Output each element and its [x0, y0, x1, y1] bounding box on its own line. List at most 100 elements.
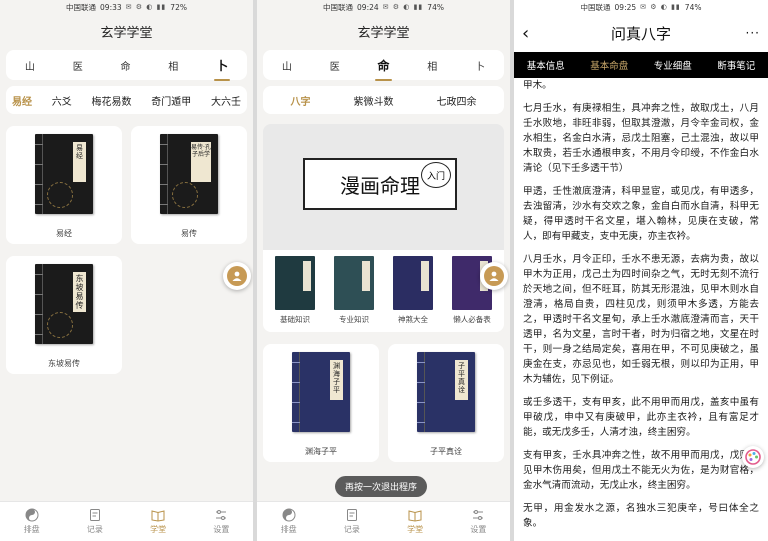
user-icon — [227, 266, 247, 286]
cover-title: 东坡易传 — [73, 272, 86, 312]
knowledge-item[interactable]: 专业知识 — [328, 256, 380, 332]
exit-toast: 再按一次退出程序 — [335, 476, 428, 497]
nav-xuetang[interactable]: 学堂 — [150, 508, 166, 535]
battery-text: 74% — [684, 2, 702, 12]
status-bar: 中国联通 09:25 ✉ ⚙ ◐ ▮▮ 74% — [514, 0, 768, 14]
book-cover: 渊海子平 — [292, 352, 350, 432]
tab-shan[interactable]: 山 — [21, 58, 39, 73]
paragraph: 八月壬水，月令正印，壬水不患无源，去病为贵，故以甲木为正用，戊己土为四时间杂之气… — [523, 254, 759, 385]
page-title: 问真八字 — [610, 24, 671, 43]
avatar-float-button[interactable] — [223, 262, 251, 290]
book-icon — [408, 510, 422, 522]
book-name: 东坡易传 — [48, 358, 80, 368]
knowledge-item[interactable]: 基础知识 — [269, 256, 321, 332]
palette-float-button[interactable] — [742, 446, 764, 468]
paragraph: 甲透，壬性澈底澄清，科甲显宦，或见戊，有甲透多，去浊留清，沙水有交欢之象，金自白… — [523, 186, 759, 242]
tab-notes[interactable]: 断事笔记 — [717, 58, 755, 72]
subcategory-tabs: 八字 紫微斗数 七政四余 — [263, 86, 504, 114]
book-card[interactable]: 易传·孔子后学 易传 — [131, 126, 247, 244]
tab-yi[interactable]: 医 — [326, 58, 344, 73]
detail-tabs: 基本信息 基本命盘 专业细盘 断事笔记 — [514, 52, 768, 78]
status-bar: 中国联通 09:24 ✉ ⚙ ◐ ▮▮ 74% — [257, 0, 510, 14]
tab-xiang[interactable]: 相 — [164, 58, 182, 73]
time-text: 09:33 — [100, 2, 122, 12]
nav-shezhi[interactable]: 设置 — [213, 508, 229, 535]
page-title: 玄学学堂 — [100, 25, 153, 41]
tab-xiang[interactable]: 相 — [423, 58, 441, 73]
book-card[interactable]: 渊海子平 渊海子平 — [263, 344, 379, 462]
settings-icon — [473, 510, 484, 520]
book-grid: 易经 易经 易传·孔子后学 易传 东坡易传 东坡易传 — [6, 126, 247, 374]
status-icons: ✉ ⚙ ◐ ▮▮ — [382, 3, 424, 11]
tab-yi[interactable]: 医 — [69, 58, 87, 73]
knowledge-item[interactable]: 神煞大全 — [387, 256, 439, 332]
book-card[interactable]: 东坡易传 东坡易传 — [6, 256, 122, 374]
settings-icon — [216, 510, 227, 520]
nav-xuetang[interactable]: 学堂 — [407, 508, 423, 535]
category-tabs: 山 医 命 相 卜 — [6, 50, 247, 81]
tab-ming[interactable]: 命 — [373, 57, 393, 81]
subcategory-tabs: 易经 六爻 梅花易数 奇门遁甲 大六壬 — [6, 86, 247, 114]
tab-bu[interactable]: 卜 — [471, 58, 489, 73]
carrier-text: 中国联通 — [66, 2, 97, 12]
tab-ming[interactable]: 命 — [116, 58, 134, 73]
comic-banner[interactable]: 漫画命理 入门 — [263, 124, 504, 250]
book-icon — [151, 510, 165, 522]
screenshot-collage: 中国联通 09:33 ✉ ⚙ ◐ ▮▮ 72% 玄学学堂 山 医 命 相 卜 易… — [0, 0, 768, 541]
book-card[interactable]: 易经 易经 — [6, 126, 122, 244]
subtab-qimen[interactable]: 奇门遁甲 — [151, 93, 191, 108]
time-text: 09:24 — [357, 2, 379, 12]
book-name: 子平真诠 — [430, 446, 462, 456]
knowledge-cover — [334, 256, 374, 310]
paragraph: 或壬多透干，支有甲亥，此不用甲而用戊，盖亥中虽有甲破戊，申中又有庚破甲，此亦主衣… — [523, 397, 759, 438]
nav-shezhi[interactable]: 设置 — [470, 508, 486, 535]
book-cover: 东坡易传 — [35, 264, 93, 344]
book-card[interactable]: 子平真诠 子平真诠 — [388, 344, 504, 462]
category-tabs: 山 医 命 相 卜 — [263, 50, 504, 81]
tab-shan[interactable]: 山 — [278, 58, 296, 73]
paragraph: 无甲，用金发水之源，名独水三犯庚辛，号曰体全之象。 — [523, 503, 759, 529]
paragraph: 甲木。 — [523, 80, 552, 91]
book-name: 渊海子平 — [305, 446, 337, 456]
subtab-liuyao[interactable]: 六爻 — [52, 93, 72, 108]
avatar-float-button[interactable] — [480, 262, 508, 290]
status-bar: 中国联通 09:33 ✉ ⚙ ◐ ▮▮ 72% — [0, 0, 253, 14]
more-icon[interactable]: ··· — [740, 26, 760, 40]
nav-paipan[interactable]: 排盘 — [281, 508, 297, 535]
user-icon — [484, 266, 504, 286]
detail-header: ‹ 问真八字 ··· — [514, 14, 768, 52]
yin-yang-icon — [282, 508, 296, 522]
subtab-qizheng[interactable]: 七政四余 — [437, 93, 477, 108]
book-name: 易传 — [181, 228, 197, 238]
nav-jilu[interactable]: 记录 — [344, 508, 360, 535]
nav-jilu[interactable]: 记录 — [87, 508, 103, 535]
tab-bu[interactable]: 卜 — [212, 57, 232, 81]
nav-paipan[interactable]: 排盘 — [24, 508, 40, 535]
book-cover: 易传·孔子后学 — [160, 134, 218, 214]
bottom-nav: 排盘 记录 学堂 设置 — [0, 501, 253, 541]
paragraph: 支有甲亥，壬水具冲奔之性，故不用甲而用戊，戊则忌见甲木伤用矣，但用戊土不能无火为… — [523, 450, 759, 491]
subtab-bazi[interactable]: 八字 — [291, 93, 311, 108]
book-name: 易经 — [56, 228, 72, 238]
record-icon — [346, 509, 357, 521]
page-title: 玄学学堂 — [357, 25, 410, 41]
subtab-yijing[interactable]: 易经 — [12, 93, 32, 108]
knowledge-cover — [275, 256, 315, 310]
palette-icon — [745, 449, 761, 465]
bottom-nav: 排盘 记录 学堂 设置 — [257, 501, 510, 541]
tab-basic-info[interactable]: 基本信息 — [527, 58, 565, 72]
back-icon[interactable]: ‹ — [522, 23, 542, 44]
battery-text: 72% — [170, 2, 187, 12]
tab-basic-chart[interactable]: 基本命盘 — [590, 58, 628, 72]
book-cover: 易经 — [35, 134, 93, 214]
subtab-ziwei[interactable]: 紫微斗数 — [354, 93, 394, 108]
subtab-daliuren[interactable]: 大六壬 — [211, 93, 241, 108]
subtab-meihua[interactable]: 梅花易数 — [92, 93, 132, 108]
paragraph: 七月壬水，有庚禄相生，具冲奔之性，故取戊土，八月壬水败地，非旺非弱，但取其澄澈，… — [523, 103, 759, 174]
book-grid: 渊海子平 渊海子平 子平真诠 子平真诠 — [263, 344, 504, 462]
status-icons: ✉ ⚙ ◐ ▮▮ — [640, 3, 681, 11]
knowledge-strip: 基础知识 专业知识 神煞大全 懒人必备表 — [263, 250, 504, 332]
cover-title: 易经 — [73, 142, 86, 182]
tab-pro-chart[interactable]: 专业细盘 — [654, 58, 692, 72]
book-cover: 子平真诠 — [417, 352, 475, 432]
